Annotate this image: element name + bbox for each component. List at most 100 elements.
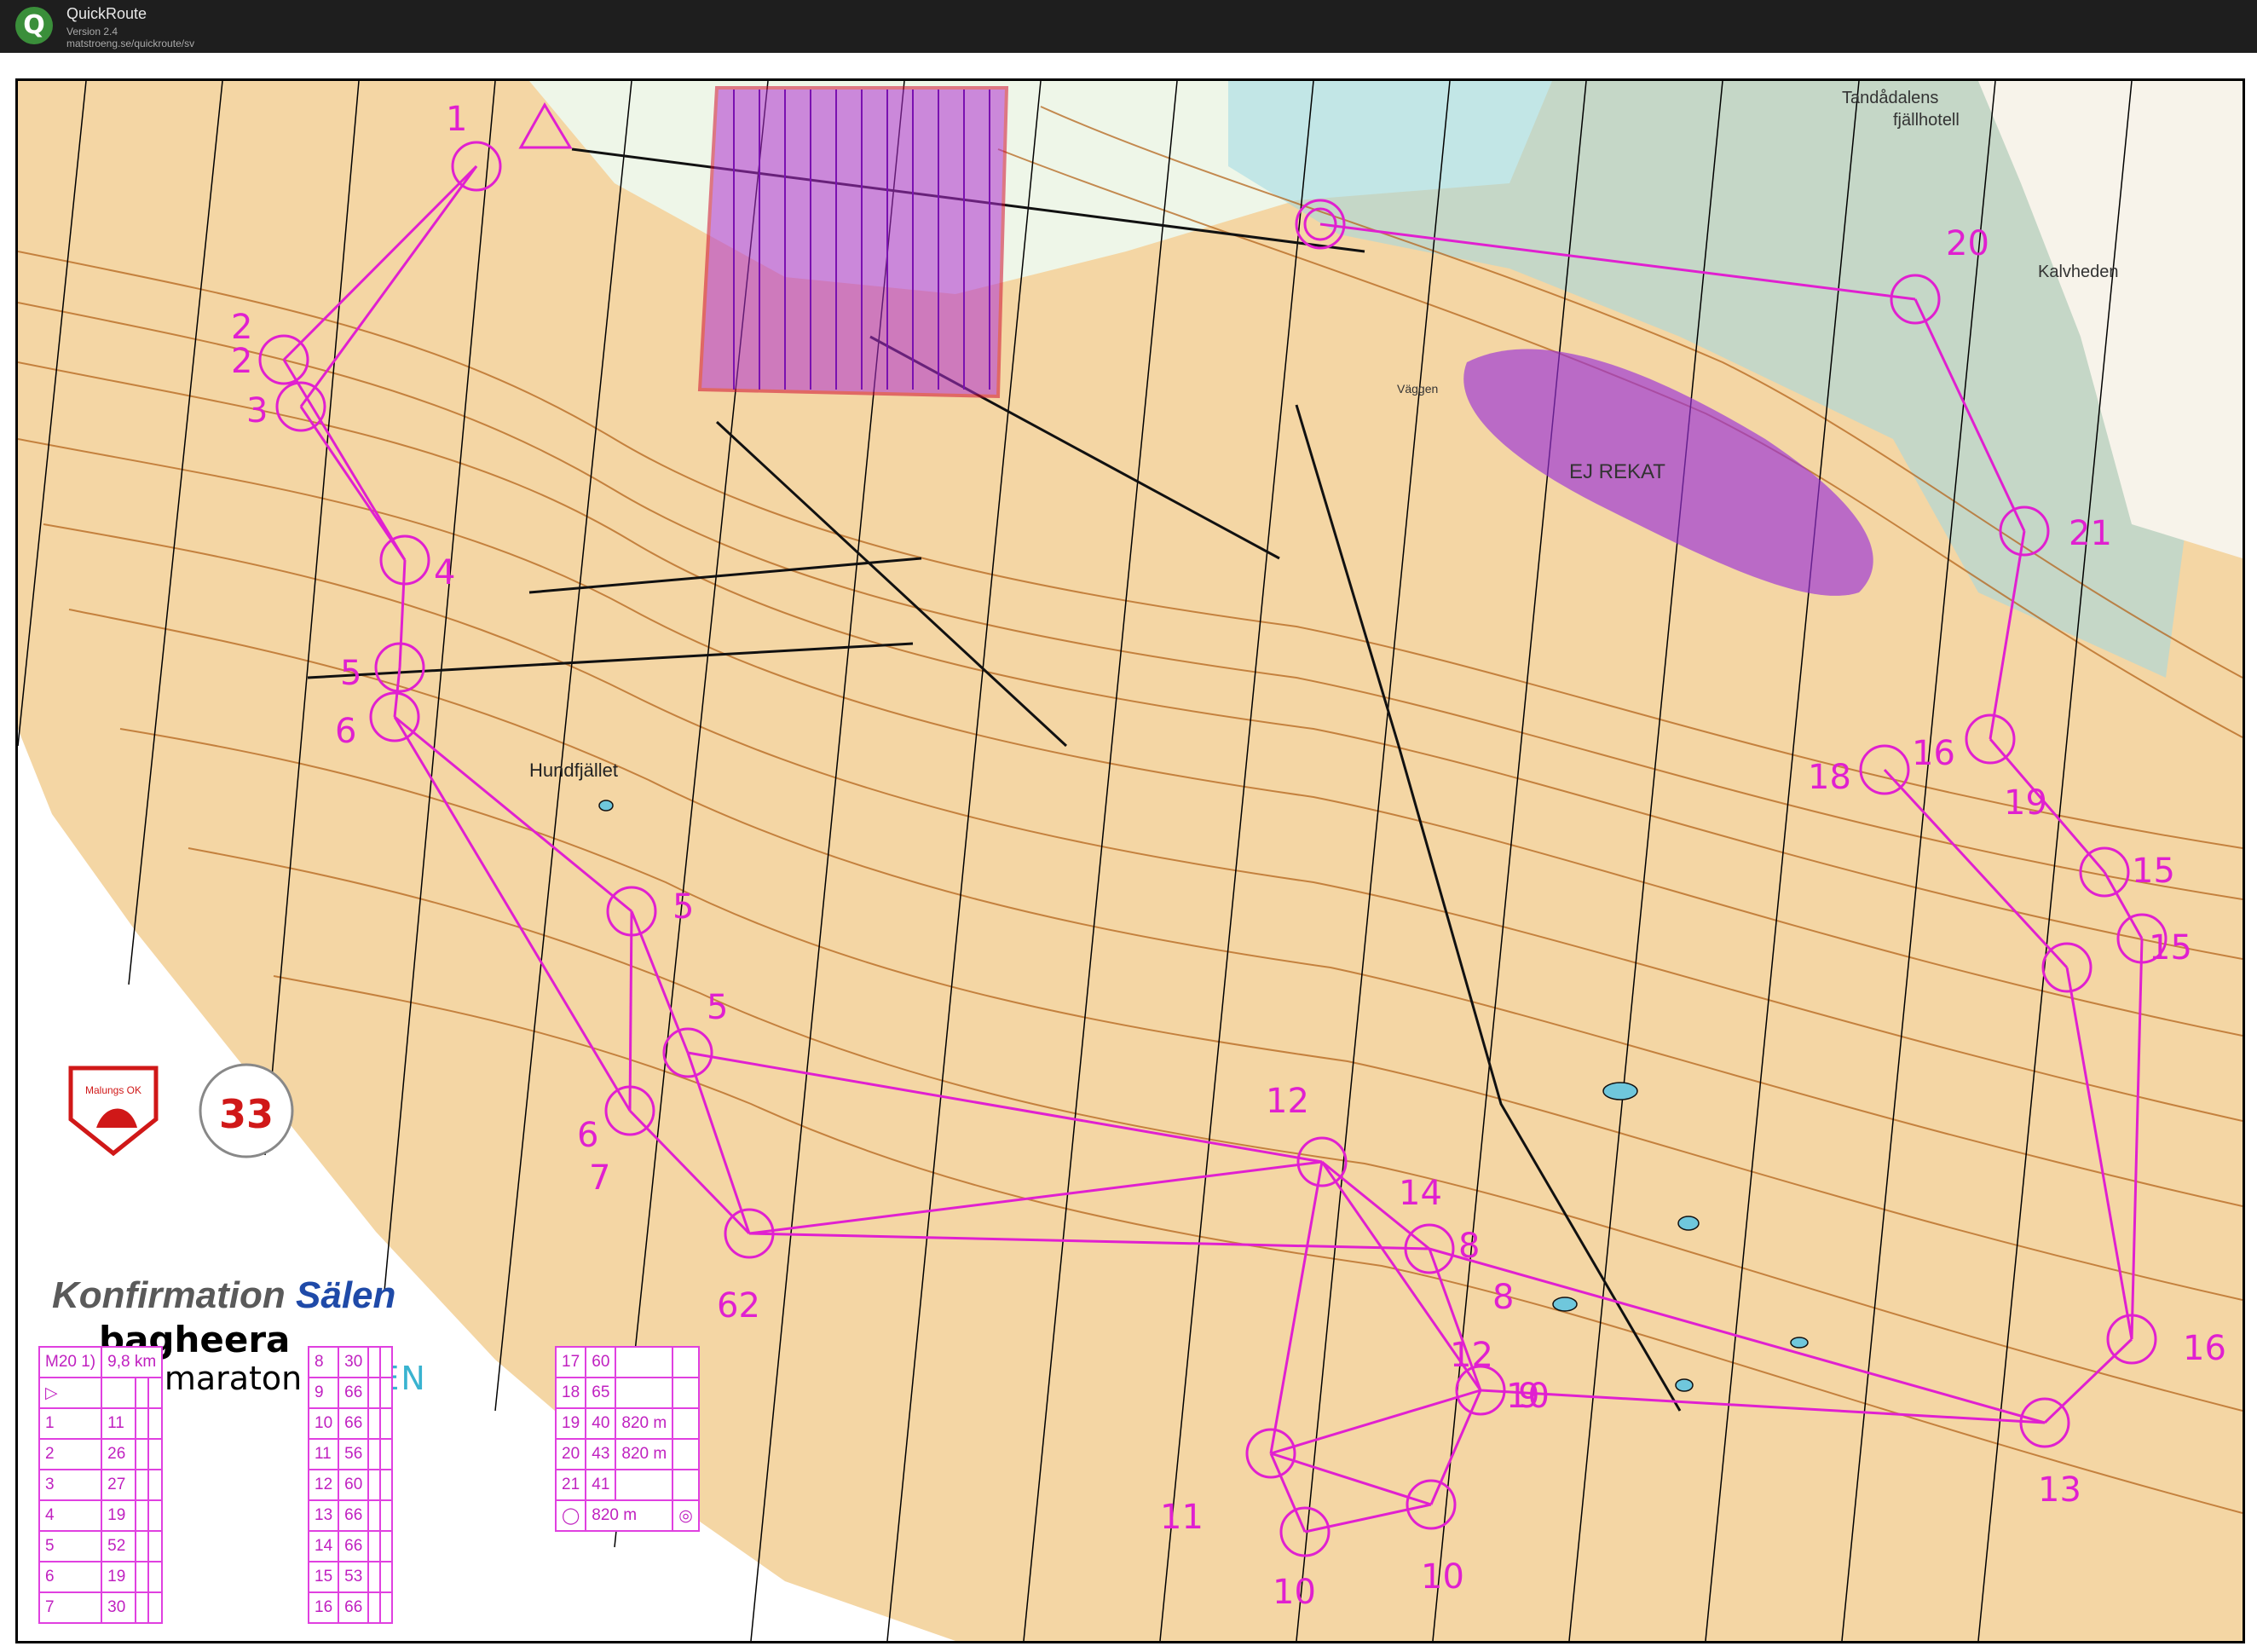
legend-finish-icon: ◯ bbox=[554, 1499, 587, 1532]
legend-cell: 56 bbox=[338, 1438, 370, 1470]
legend-row: 21 41 bbox=[554, 1469, 700, 1501]
control-number-c62: 62 bbox=[717, 1286, 760, 1326]
legend-cell: 60 bbox=[338, 1469, 370, 1501]
course-leg bbox=[2065, 967, 2133, 1340]
legend-symbol-cell bbox=[147, 1530, 164, 1562]
legend-cell: 11 bbox=[101, 1407, 136, 1440]
legend-symbol-cell bbox=[379, 1469, 394, 1501]
legend-symbol-cell bbox=[379, 1438, 394, 1470]
control-number-c14: 14 bbox=[1399, 1174, 1442, 1213]
legend-cell: 19 bbox=[554, 1407, 587, 1440]
legend-cell: 12 bbox=[307, 1469, 340, 1501]
legend-cell: 6 bbox=[38, 1561, 103, 1593]
control-number-c1: 1 bbox=[446, 100, 467, 139]
course-leg bbox=[686, 1052, 751, 1234]
app-version: Version 2.4 bbox=[66, 26, 118, 38]
sponsor-salen-word: Sälen bbox=[296, 1274, 396, 1316]
control-number-c8a: 8 bbox=[1458, 1227, 1480, 1266]
course-leg bbox=[2043, 1337, 2133, 1424]
legend-col1: 1 11 2 26 3 27 4 19 5 52 6 19 7 30 bbox=[38, 1407, 164, 1624]
legend-table-2: 8 30 9 66 10 66 11 56 12 60 13 66 14 66 15 53 16 66 bbox=[307, 1346, 394, 1624]
legend-cell: 8 bbox=[307, 1346, 340, 1378]
course-leg bbox=[1270, 1452, 1432, 1506]
legend-cell: 66 bbox=[338, 1407, 370, 1440]
legend-cell: 2 bbox=[38, 1438, 103, 1470]
legend-cell: 4 bbox=[38, 1499, 103, 1532]
legend-row: 4 19 bbox=[38, 1499, 164, 1532]
legend-cell: 16 bbox=[307, 1591, 340, 1624]
legend-row: 14 66 bbox=[307, 1530, 394, 1562]
legend-symbol-cell bbox=[147, 1499, 164, 1532]
control-number-c4: 4 bbox=[434, 553, 455, 592]
legend-symbol-cell bbox=[672, 1377, 700, 1409]
legend-symbol-cell bbox=[672, 1346, 700, 1378]
legend-symbol-cell bbox=[134, 1561, 150, 1593]
control-number-c13: 13 bbox=[2038, 1470, 2081, 1510]
legend-symbol-cell bbox=[367, 1530, 382, 1562]
legend-col2: 8 30 9 66 10 66 11 56 12 60 13 66 14 66 15 53 16 66 bbox=[307, 1346, 394, 1624]
course-leg bbox=[748, 1160, 1323, 1235]
legend-cell: 41 bbox=[585, 1469, 617, 1501]
control-number-c19: 19 bbox=[2004, 783, 2047, 823]
control-number-c5c: 5 bbox=[707, 988, 728, 1027]
label-kalvheden: Kalvheden bbox=[2038, 263, 2119, 281]
control-number-c18: 18 bbox=[1808, 758, 1851, 797]
legend-symbol-cell bbox=[672, 1469, 700, 1501]
control-number-c12a: 12 bbox=[1266, 1082, 1309, 1121]
legend-row: 15 53 bbox=[307, 1561, 394, 1593]
legend-cell: 13 bbox=[307, 1499, 340, 1532]
legend-symbol-cell bbox=[134, 1469, 150, 1501]
control-number-c10a: 10 bbox=[1506, 1377, 1550, 1416]
course-leg bbox=[398, 559, 407, 668]
legend-row: 12 60 bbox=[307, 1469, 394, 1501]
legend-symbol-cell bbox=[134, 1499, 150, 1532]
legend-row: 2 26 bbox=[38, 1438, 164, 1470]
course-leg bbox=[1270, 1389, 1481, 1455]
legend-symbol-cell bbox=[134, 1530, 150, 1562]
legend-distance: 9,8 km bbox=[101, 1346, 164, 1378]
course-leg bbox=[687, 1051, 1323, 1164]
legend-col3: 17 60 18 65 19 40 820 m 20 43 820 m 21 41 bbox=[554, 1346, 700, 1501]
badge-number: 33 bbox=[219, 1091, 274, 1137]
sponsor-konfirmation-word: Konfirmation bbox=[52, 1274, 286, 1316]
control-number-c15a: 15 bbox=[2132, 852, 2175, 891]
course-leg bbox=[1269, 1453, 1307, 1533]
legend-cell: 18 bbox=[554, 1377, 587, 1409]
legend-symbol-cell bbox=[367, 1561, 382, 1593]
legend-row: 6 19 bbox=[38, 1561, 164, 1593]
legend-cell: 9 bbox=[307, 1377, 340, 1409]
legend-row: 13 66 bbox=[307, 1499, 394, 1532]
legend-finish-distance: 820 m bbox=[585, 1499, 674, 1532]
legend-cell: 17 bbox=[554, 1346, 587, 1378]
legend-cell: 820 m bbox=[615, 1407, 674, 1440]
title-bar: Q QuickRoute Version 2.4 matstroeng.se/q… bbox=[0, 0, 2257, 53]
legend-cell: 30 bbox=[338, 1346, 370, 1378]
legend-symbol-cell bbox=[379, 1561, 394, 1593]
control-number-c20: 20 bbox=[1946, 224, 1989, 263]
legend-row: 1 11 bbox=[38, 1407, 164, 1440]
legend-symbol-cell bbox=[615, 1377, 674, 1409]
label-vaggen: Väggen bbox=[1397, 382, 1438, 396]
control-number-c15b: 15 bbox=[2149, 928, 2192, 968]
course-leg bbox=[299, 165, 478, 407]
legend-cell: 27 bbox=[101, 1469, 136, 1501]
legend-cell: 66 bbox=[338, 1499, 370, 1532]
orienteering-map[interactable]: Hundfjället EJ REKAT Tandådalens fjällho… bbox=[15, 78, 2245, 1643]
legend-row: 8 30 bbox=[307, 1346, 394, 1378]
legend-cell: 19 bbox=[101, 1499, 136, 1532]
legend-table-3: 17 60 18 65 19 40 820 m 20 43 820 m 21 41 ◯ 820 m ◎ bbox=[554, 1346, 700, 1532]
legend-row: 16 66 bbox=[307, 1591, 394, 1624]
legend-symbol-cell bbox=[147, 1407, 164, 1440]
legend-row: 19 40 820 m bbox=[554, 1407, 700, 1440]
control-number-c5a: 5 bbox=[340, 654, 361, 693]
forbidden-area-north bbox=[697, 86, 1009, 399]
legend-symbol-cell bbox=[134, 1591, 150, 1624]
legend-symbol-cell bbox=[379, 1377, 394, 1409]
quickroute-logo-icon: Q bbox=[15, 7, 53, 44]
legend-row: 7 30 bbox=[38, 1591, 164, 1624]
legend-row: 3 27 bbox=[38, 1469, 164, 1501]
legend-cell: 14 bbox=[307, 1530, 340, 1562]
control-number-c21: 21 bbox=[2069, 514, 2112, 553]
legend-symbol-cell bbox=[367, 1407, 382, 1440]
legend-cell: 10 bbox=[307, 1407, 340, 1440]
